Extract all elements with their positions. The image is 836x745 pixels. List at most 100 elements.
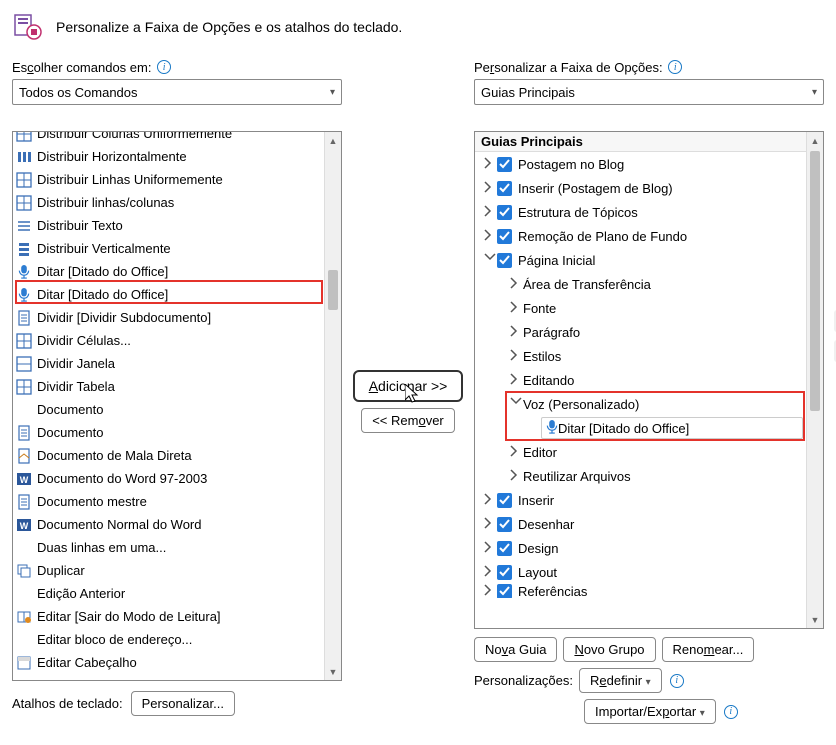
tree-tab-item[interactable]: Postagem no Blog <box>475 152 823 176</box>
scroll-down[interactable]: ▼ <box>807 611 823 628</box>
command-item[interactable]: Dividir [Dividir Subdocumento] <box>13 306 341 329</box>
chevron-right-icon[interactable] <box>509 301 523 316</box>
command-item[interactable]: Documento <box>13 398 341 421</box>
tree-label: Estrutura de Tópicos <box>518 205 819 220</box>
chevron-right-icon[interactable] <box>509 373 523 388</box>
tree-tab-item[interactable]: Desenhar <box>475 512 823 536</box>
tree-group-item[interactable]: Voz (Personalizado) <box>475 392 823 416</box>
command-item[interactable]: Distribuir Linhas Uniformemente <box>13 168 341 191</box>
info-icon[interactable]: i <box>670 674 684 688</box>
info-icon[interactable]: i <box>668 60 682 74</box>
tree-command-item[interactable]: Ditar [Ditado do Office] <box>541 417 803 439</box>
chevron-right-icon[interactable] <box>483 541 497 556</box>
tree-tab-item[interactable]: Layout <box>475 560 823 584</box>
command-item[interactable]: Duas linhas em uma... <box>13 536 341 559</box>
command-item[interactable]: WDocumento do Word 97-2003 <box>13 467 341 490</box>
checkbox-checked[interactable] <box>497 181 512 196</box>
checkbox-checked[interactable] <box>497 157 512 172</box>
tree-tab-item[interactable]: Inserir (Postagem de Blog) <box>475 176 823 200</box>
reset-button[interactable]: Redefinir ▾ <box>579 668 662 693</box>
command-item[interactable]: Distribuir linhas/colunas <box>13 191 341 214</box>
chevron-right-icon[interactable] <box>483 565 497 580</box>
command-item[interactable]: Ditar [Ditado do Office] <box>13 260 341 283</box>
tree-group-item[interactable]: Parágrafo <box>475 320 823 344</box>
scroll-up[interactable]: ▲ <box>325 132 341 149</box>
tree-group-item[interactable]: Fonte <box>475 296 823 320</box>
command-label: Editar [Sair do Modo de Leitura] <box>37 609 337 624</box>
customize-shortcuts-button[interactable]: Personalizar... <box>131 691 235 716</box>
command-item[interactable]: Duplicar <box>13 559 341 582</box>
command-item[interactable]: Editar Cabeçalho <box>13 651 341 674</box>
checkbox-checked[interactable] <box>497 565 512 580</box>
checkbox-checked[interactable] <box>497 517 512 532</box>
page-description: Personalize a Faixa de Opções e os atalh… <box>56 19 402 35</box>
tree-tab-item[interactable]: Estrutura de Tópicos <box>475 200 823 224</box>
tree-group-item[interactable]: Reutilizar Arquivos <box>475 464 823 488</box>
chevron-right-icon[interactable] <box>483 493 497 508</box>
tree-group-item[interactable]: Editando <box>475 368 823 392</box>
import-export-button[interactable]: Importar/Exportar ▾ <box>584 699 716 724</box>
command-item[interactable]: Editar bloco de endereço... <box>13 628 341 651</box>
checkbox-checked[interactable] <box>497 229 512 244</box>
chevron-right-icon[interactable] <box>509 445 523 460</box>
checkbox-checked[interactable] <box>497 253 512 268</box>
command-item[interactable]: WDocumento Normal do Word <box>13 513 341 536</box>
info-icon[interactable]: i <box>157 60 171 74</box>
chevron-right-icon[interactable] <box>483 584 497 598</box>
ribbon-tree[interactable]: Guias Principais Postagem no Blog Inseri… <box>474 131 824 629</box>
chevron-right-icon[interactable] <box>509 349 523 364</box>
command-item[interactable]: Documento mestre <box>13 490 341 513</box>
chevron-right-icon[interactable] <box>509 277 523 292</box>
command-item[interactable]: Ditar [Ditado do Office] <box>13 283 341 306</box>
scroll-up[interactable]: ▲ <box>807 132 823 149</box>
new-group-button[interactable]: Novo Grupo <box>563 637 655 662</box>
chevron-right-icon[interactable] <box>483 229 497 244</box>
tree-tab-item[interactable]: Referências <box>475 584 823 598</box>
scroll-thumb[interactable] <box>810 151 820 411</box>
command-item[interactable]: Distribuir Texto <box>13 214 341 237</box>
remove-button[interactable]: << Remover <box>361 408 455 433</box>
tree-tab-item[interactable]: Página Inicial <box>475 248 823 272</box>
chevron-down-icon[interactable] <box>509 397 523 412</box>
command-item[interactable]: Dividir Janela <box>13 352 341 375</box>
choose-commands-dropdown[interactable]: Todos os Comandos ▾ <box>12 79 342 105</box>
chevron-right-icon[interactable] <box>483 517 497 532</box>
tree-group-item[interactable]: Estilos <box>475 344 823 368</box>
scroll-down[interactable]: ▼ <box>325 663 341 680</box>
chevron-right-icon[interactable] <box>509 325 523 340</box>
command-item[interactable]: Distribuir Horizontalmente <box>13 145 341 168</box>
tree-tab-item[interactable]: Inserir <box>475 488 823 512</box>
checkbox-checked[interactable] <box>497 493 512 508</box>
tree-tab-item[interactable]: Design <box>475 536 823 560</box>
rename-button[interactable]: Renomear... <box>662 637 755 662</box>
customize-ribbon-dropdown[interactable]: Guias Principais ▾ <box>474 79 824 105</box>
command-item[interactable]: Dividir Tabela <box>13 375 341 398</box>
checkbox-checked[interactable] <box>497 541 512 556</box>
command-item[interactable]: Documento de Mala Direta <box>13 444 341 467</box>
commands-listbox[interactable]: Distribuir Colunas UniformementeDistribu… <box>12 131 342 681</box>
chevron-right-icon[interactable] <box>483 181 497 196</box>
chevron-right-icon[interactable] <box>483 157 497 172</box>
command-item[interactable]: Edição Anterior <box>13 582 341 605</box>
checkbox-checked[interactable] <box>497 205 512 220</box>
command-label: Dividir [Dividir Subdocumento] <box>37 310 337 325</box>
info-icon[interactable]: i <box>724 705 738 719</box>
checkbox-checked[interactable] <box>497 584 512 598</box>
doc-icon <box>15 424 33 442</box>
command-item[interactable]: Dividir Células... <box>13 329 341 352</box>
add-button[interactable]: Adicionar >> <box>353 370 464 402</box>
tree-group-item[interactable]: Editor <box>475 440 823 464</box>
scrollbar[interactable]: ▲ ▼ <box>324 132 341 680</box>
command-item[interactable]: Distribuir Verticalmente <box>13 237 341 260</box>
new-tab-button[interactable]: Nova Guia <box>474 637 557 662</box>
chevron-right-icon[interactable] <box>509 469 523 484</box>
command-item[interactable]: Editar [Sair do Modo de Leitura] <box>13 605 341 628</box>
command-item[interactable]: Documento <box>13 421 341 444</box>
chevron-right-icon[interactable] <box>483 205 497 220</box>
scrollbar[interactable]: ▲ ▼ <box>806 132 823 628</box>
tree-tab-item[interactable]: Remoção de Plano de Fundo <box>475 224 823 248</box>
scroll-thumb[interactable] <box>328 270 338 310</box>
tree-group-item[interactable]: Área de Transferência <box>475 272 823 296</box>
chevron-down-icon[interactable] <box>483 253 497 268</box>
command-item[interactable]: Distribuir Colunas Uniformemente <box>13 131 341 145</box>
